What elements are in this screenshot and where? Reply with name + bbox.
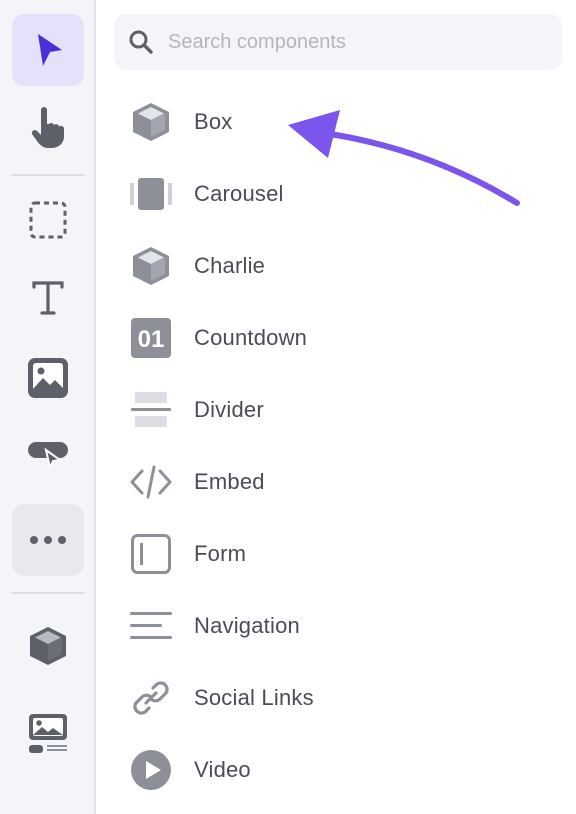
image-tool-button[interactable] — [12, 342, 84, 414]
hand-icon — [31, 107, 64, 148]
button-element-icon — [28, 442, 68, 472]
rail-divider — [12, 592, 84, 594]
component-tool-button[interactable] — [12, 610, 84, 682]
menu-lines-icon — [128, 603, 174, 649]
cube-icon — [30, 627, 66, 665]
component-item-charlie[interactable]: Charlie — [114, 230, 562, 302]
text-tool-button[interactable] — [12, 262, 84, 334]
select-area-tool-button[interactable] — [12, 184, 84, 256]
component-label: Box — [194, 109, 233, 134]
pointer-tool-button[interactable] — [12, 14, 84, 86]
component-item-countdown[interactable]: 01 Countdown — [114, 302, 562, 374]
component-label: Carousel — [194, 181, 284, 206]
component-label: Navigation — [194, 613, 300, 638]
form-icon — [128, 531, 174, 577]
tool-rail — [0, 0, 96, 814]
countdown-icon: 01 — [128, 315, 174, 361]
link-icon — [128, 675, 174, 721]
component-item-video[interactable]: Video — [114, 734, 562, 806]
component-item-social-links[interactable]: Social Links — [114, 662, 562, 734]
divider-icon — [128, 387, 174, 433]
component-item-box[interactable]: Box — [114, 86, 562, 158]
component-label: Charlie — [194, 253, 266, 278]
text-icon — [32, 281, 64, 315]
play-icon — [128, 747, 174, 793]
hand-tool-button[interactable] — [12, 92, 84, 164]
component-item-embed[interactable]: Embed — [114, 446, 562, 518]
cube-icon — [128, 243, 174, 289]
more-tools-button[interactable] — [12, 504, 84, 576]
select-area-icon — [29, 201, 67, 239]
more-icon — [30, 536, 66, 544]
cube-icon — [128, 99, 174, 145]
countdown-icon-text: 01 — [138, 326, 165, 353]
pointer-icon — [38, 34, 62, 66]
component-label: Social Links — [194, 685, 314, 710]
search-bar[interactable] — [114, 14, 562, 70]
search-input[interactable] — [166, 29, 550, 55]
code-icon — [128, 459, 174, 505]
component-label: Video — [194, 757, 251, 782]
component-item-form[interactable]: Form — [114, 518, 562, 590]
component-label: Countdown — [194, 325, 308, 350]
component-label: Form — [194, 541, 247, 566]
component-item-divider[interactable]: Divider — [114, 374, 562, 446]
media-block-tool-button[interactable] — [12, 698, 84, 770]
component-item-navigation[interactable]: Navigation — [114, 590, 562, 662]
media-block-icon — [29, 714, 67, 753]
component-item-carousel[interactable]: Carousel — [114, 158, 562, 230]
button-element-tool-button[interactable] — [12, 420, 84, 492]
rail-divider — [12, 174, 84, 176]
carousel-icon — [128, 171, 174, 217]
component-label: Divider — [194, 397, 264, 422]
search-icon — [129, 30, 153, 54]
component-label: Embed — [194, 469, 265, 494]
component-list: Box Carousel Charlie 01 Countdown Divide… — [114, 86, 562, 806]
image-icon — [28, 358, 68, 398]
